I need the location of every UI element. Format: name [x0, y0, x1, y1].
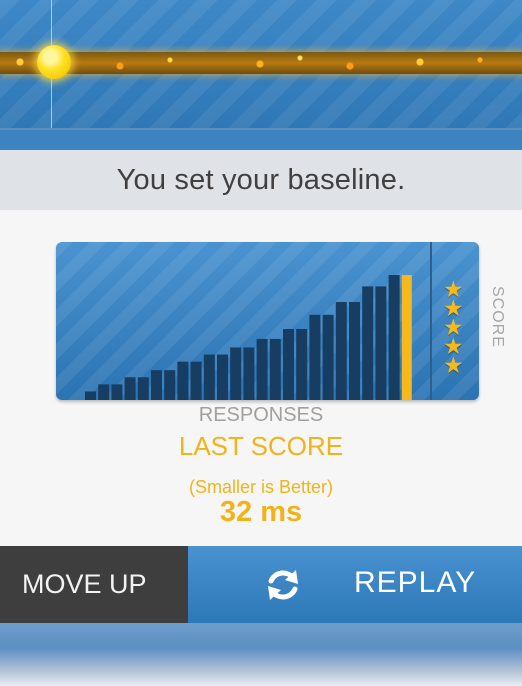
replay-label: REPLAY: [354, 566, 477, 599]
move-up-label: MOVE UP: [22, 569, 147, 599]
response-bar: [124, 377, 136, 400]
track-ball: [37, 45, 71, 79]
response-bar: [151, 370, 162, 400]
response-bar: [164, 370, 176, 400]
game-track-area: [0, 0, 522, 130]
response-bar: [243, 347, 255, 400]
background-sky: [0, 623, 522, 686]
last-score-label: LAST SCORE: [178, 431, 344, 461]
response-bar: [177, 361, 189, 400]
response-bar: [203, 354, 215, 400]
star-rating: ★ ★ ★ ★ ★: [443, 279, 467, 379]
reaction-track: [0, 52, 522, 74]
response-bar: [362, 286, 374, 400]
smaller-is-better-note: (Smaller is Better): [188, 477, 334, 497]
response-bar: [217, 354, 228, 400]
score-side-label: SCORE: [489, 286, 506, 348]
response-bar: [309, 314, 321, 400]
last-response-bar: [401, 275, 412, 400]
response-bar: [349, 302, 360, 400]
response-bar: [256, 338, 268, 400]
baseline-text: You set your baseline.: [116, 163, 406, 196]
response-bar: [322, 314, 334, 400]
score-value: 32 ms: [219, 496, 303, 528]
response-bar: [335, 302, 347, 400]
response-bar: [190, 361, 202, 400]
response-bar: [137, 377, 149, 400]
responses-label: RESPONSES: [198, 404, 324, 426]
response-bar: [111, 384, 123, 400]
chart-divider: [430, 242, 432, 400]
replay-button[interactable]: REPLAY: [188, 546, 522, 623]
response-bar: [85, 391, 96, 400]
responses-bars: [85, 275, 412, 400]
response-bar: [296, 329, 308, 400]
response-bar: [375, 286, 387, 400]
response-bar: [98, 384, 110, 400]
response-bar: [283, 329, 294, 400]
move-up-button[interactable]: MOVE UP: [0, 546, 188, 623]
baseline-banner: You set your baseline.: [0, 150, 522, 210]
response-bar: [269, 338, 281, 400]
response-bar: [230, 347, 242, 400]
star-icon: ★: [443, 353, 464, 379]
response-bar: [388, 275, 400, 400]
replay-icon: [268, 570, 298, 600]
